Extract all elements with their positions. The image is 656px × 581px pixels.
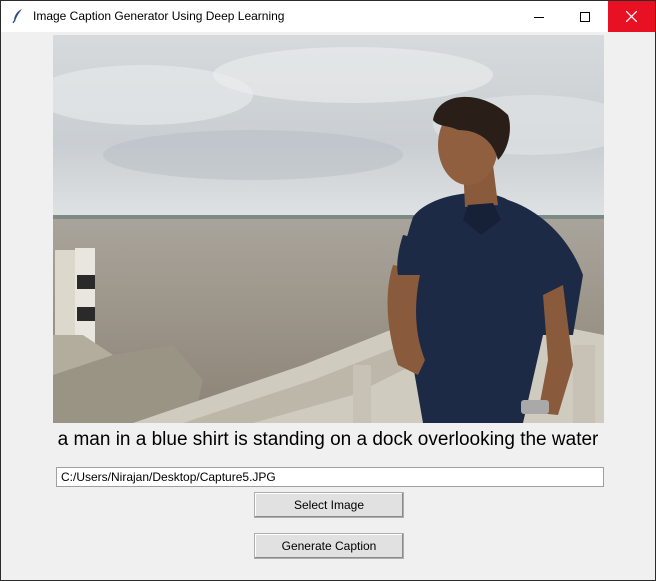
app-window: Image Caption Generator Using Deep Learn…: [0, 0, 656, 581]
select-image-button[interactable]: Select Image: [254, 492, 404, 518]
feather-icon: [12, 9, 22, 24]
close-icon: [626, 11, 637, 22]
generated-caption: a man in a blue shirt is standing on a d…: [57, 429, 599, 450]
close-button[interactable]: [608, 1, 655, 32]
maximize-icon: [580, 11, 590, 22]
title-bar[interactable]: Image Caption Generator Using Deep Learn…: [1, 1, 655, 32]
generate-caption-button[interactable]: Generate Caption: [254, 533, 404, 559]
window-title: Image Caption Generator Using Deep Learn…: [33, 9, 285, 23]
minimize-button[interactable]: [516, 1, 562, 32]
maximize-button[interactable]: [562, 1, 608, 32]
selected-image: [53, 35, 604, 423]
file-path-field[interactable]: C:/Users/Nirajan/Desktop/Capture5.JPG: [56, 467, 604, 487]
minimize-icon: [534, 16, 544, 18]
